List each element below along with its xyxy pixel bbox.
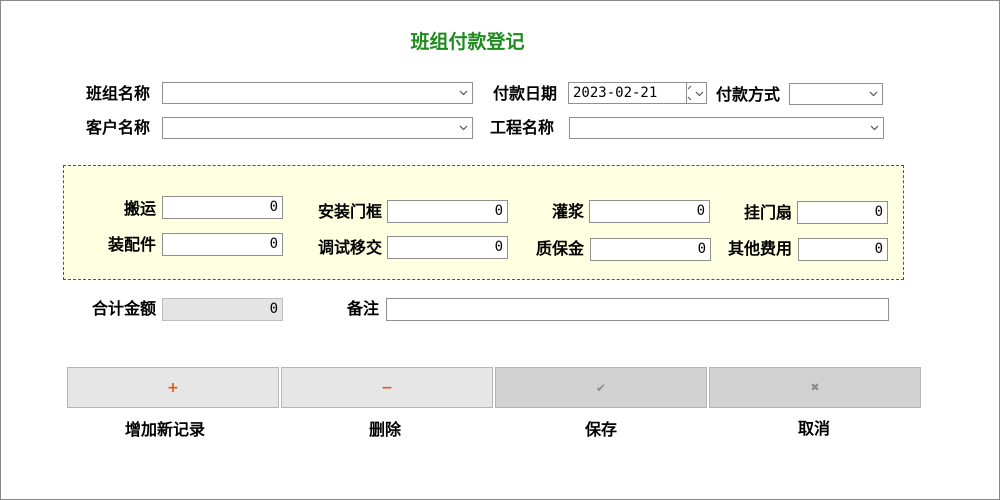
total-label: 合计金额: [91, 299, 156, 318]
customer-combo[interactable]: [162, 117, 473, 139]
date-picker-button[interactable]: [686, 82, 707, 104]
pay-method-combo[interactable]: [789, 83, 883, 105]
guanjiang-label: 灌浆: [551, 202, 584, 221]
cancel-button[interactable]: ✖: [709, 367, 921, 408]
anzhuang-label: 安装门框: [317, 202, 382, 221]
save-label: 保存: [584, 420, 617, 439]
chevron-down-icon[interactable]: [868, 88, 879, 99]
pay-date-field[interactable]: 2023-02-21: [568, 82, 687, 104]
total-amount: 0: [162, 298, 283, 321]
chevron-down-icon: [695, 91, 704, 97]
minus-icon: −: [381, 379, 393, 396]
check-icon: ✔: [595, 380, 607, 395]
zhibaojin-label: 质保金: [535, 239, 584, 258]
pay-date-value: 2023-02-21: [573, 85, 658, 101]
save-button[interactable]: ✔: [495, 367, 707, 408]
pay-date-label: 付款日期: [493, 84, 558, 103]
chevron-down-icon[interactable]: [458, 87, 469, 98]
qita-input[interactable]: 0: [798, 238, 888, 261]
plus-icon: +: [167, 379, 179, 396]
peijian-label: 装配件: [107, 235, 156, 254]
team-name-label: 班组名称: [86, 84, 151, 103]
form-title: 班组付款登记: [410, 31, 525, 53]
close-icon: ✖: [810, 380, 820, 394]
delete-button[interactable]: −: [281, 367, 493, 408]
spin-icon: [687, 85, 692, 101]
banyun-input[interactable]: 0: [162, 196, 283, 219]
chevron-down-icon[interactable]: [458, 122, 469, 133]
project-label: 工程名称: [490, 118, 555, 137]
guamenshan-label: 挂门扇: [743, 203, 792, 222]
qita-label: 其他费用: [727, 239, 792, 258]
delete-label: 删除: [368, 420, 401, 439]
remark-label: 备注: [347, 299, 380, 318]
zhibaojin-input[interactable]: 0: [590, 238, 711, 261]
remark-input[interactable]: [386, 298, 889, 321]
cancel-label: 取消: [797, 419, 830, 438]
guanjiang-input[interactable]: 0: [589, 200, 710, 223]
chevron-down-icon[interactable]: [869, 122, 880, 133]
banyun-label: 搬运: [123, 199, 156, 218]
anzhuang-input[interactable]: 0: [387, 200, 508, 223]
team-name-combo[interactable]: [162, 82, 473, 104]
customer-label: 客户名称: [86, 118, 151, 137]
add-record-label: 增加新记录: [124, 420, 205, 439]
guamenshan-input[interactable]: 0: [797, 201, 888, 224]
pay-method-label: 付款方式: [716, 85, 781, 104]
project-combo[interactable]: [569, 117, 884, 139]
tiaoshi-label: 调试移交: [317, 238, 382, 257]
add-record-button[interactable]: +: [67, 367, 279, 408]
peijian-input[interactable]: 0: [162, 233, 283, 256]
tiaoshi-input[interactable]: 0: [387, 236, 508, 259]
